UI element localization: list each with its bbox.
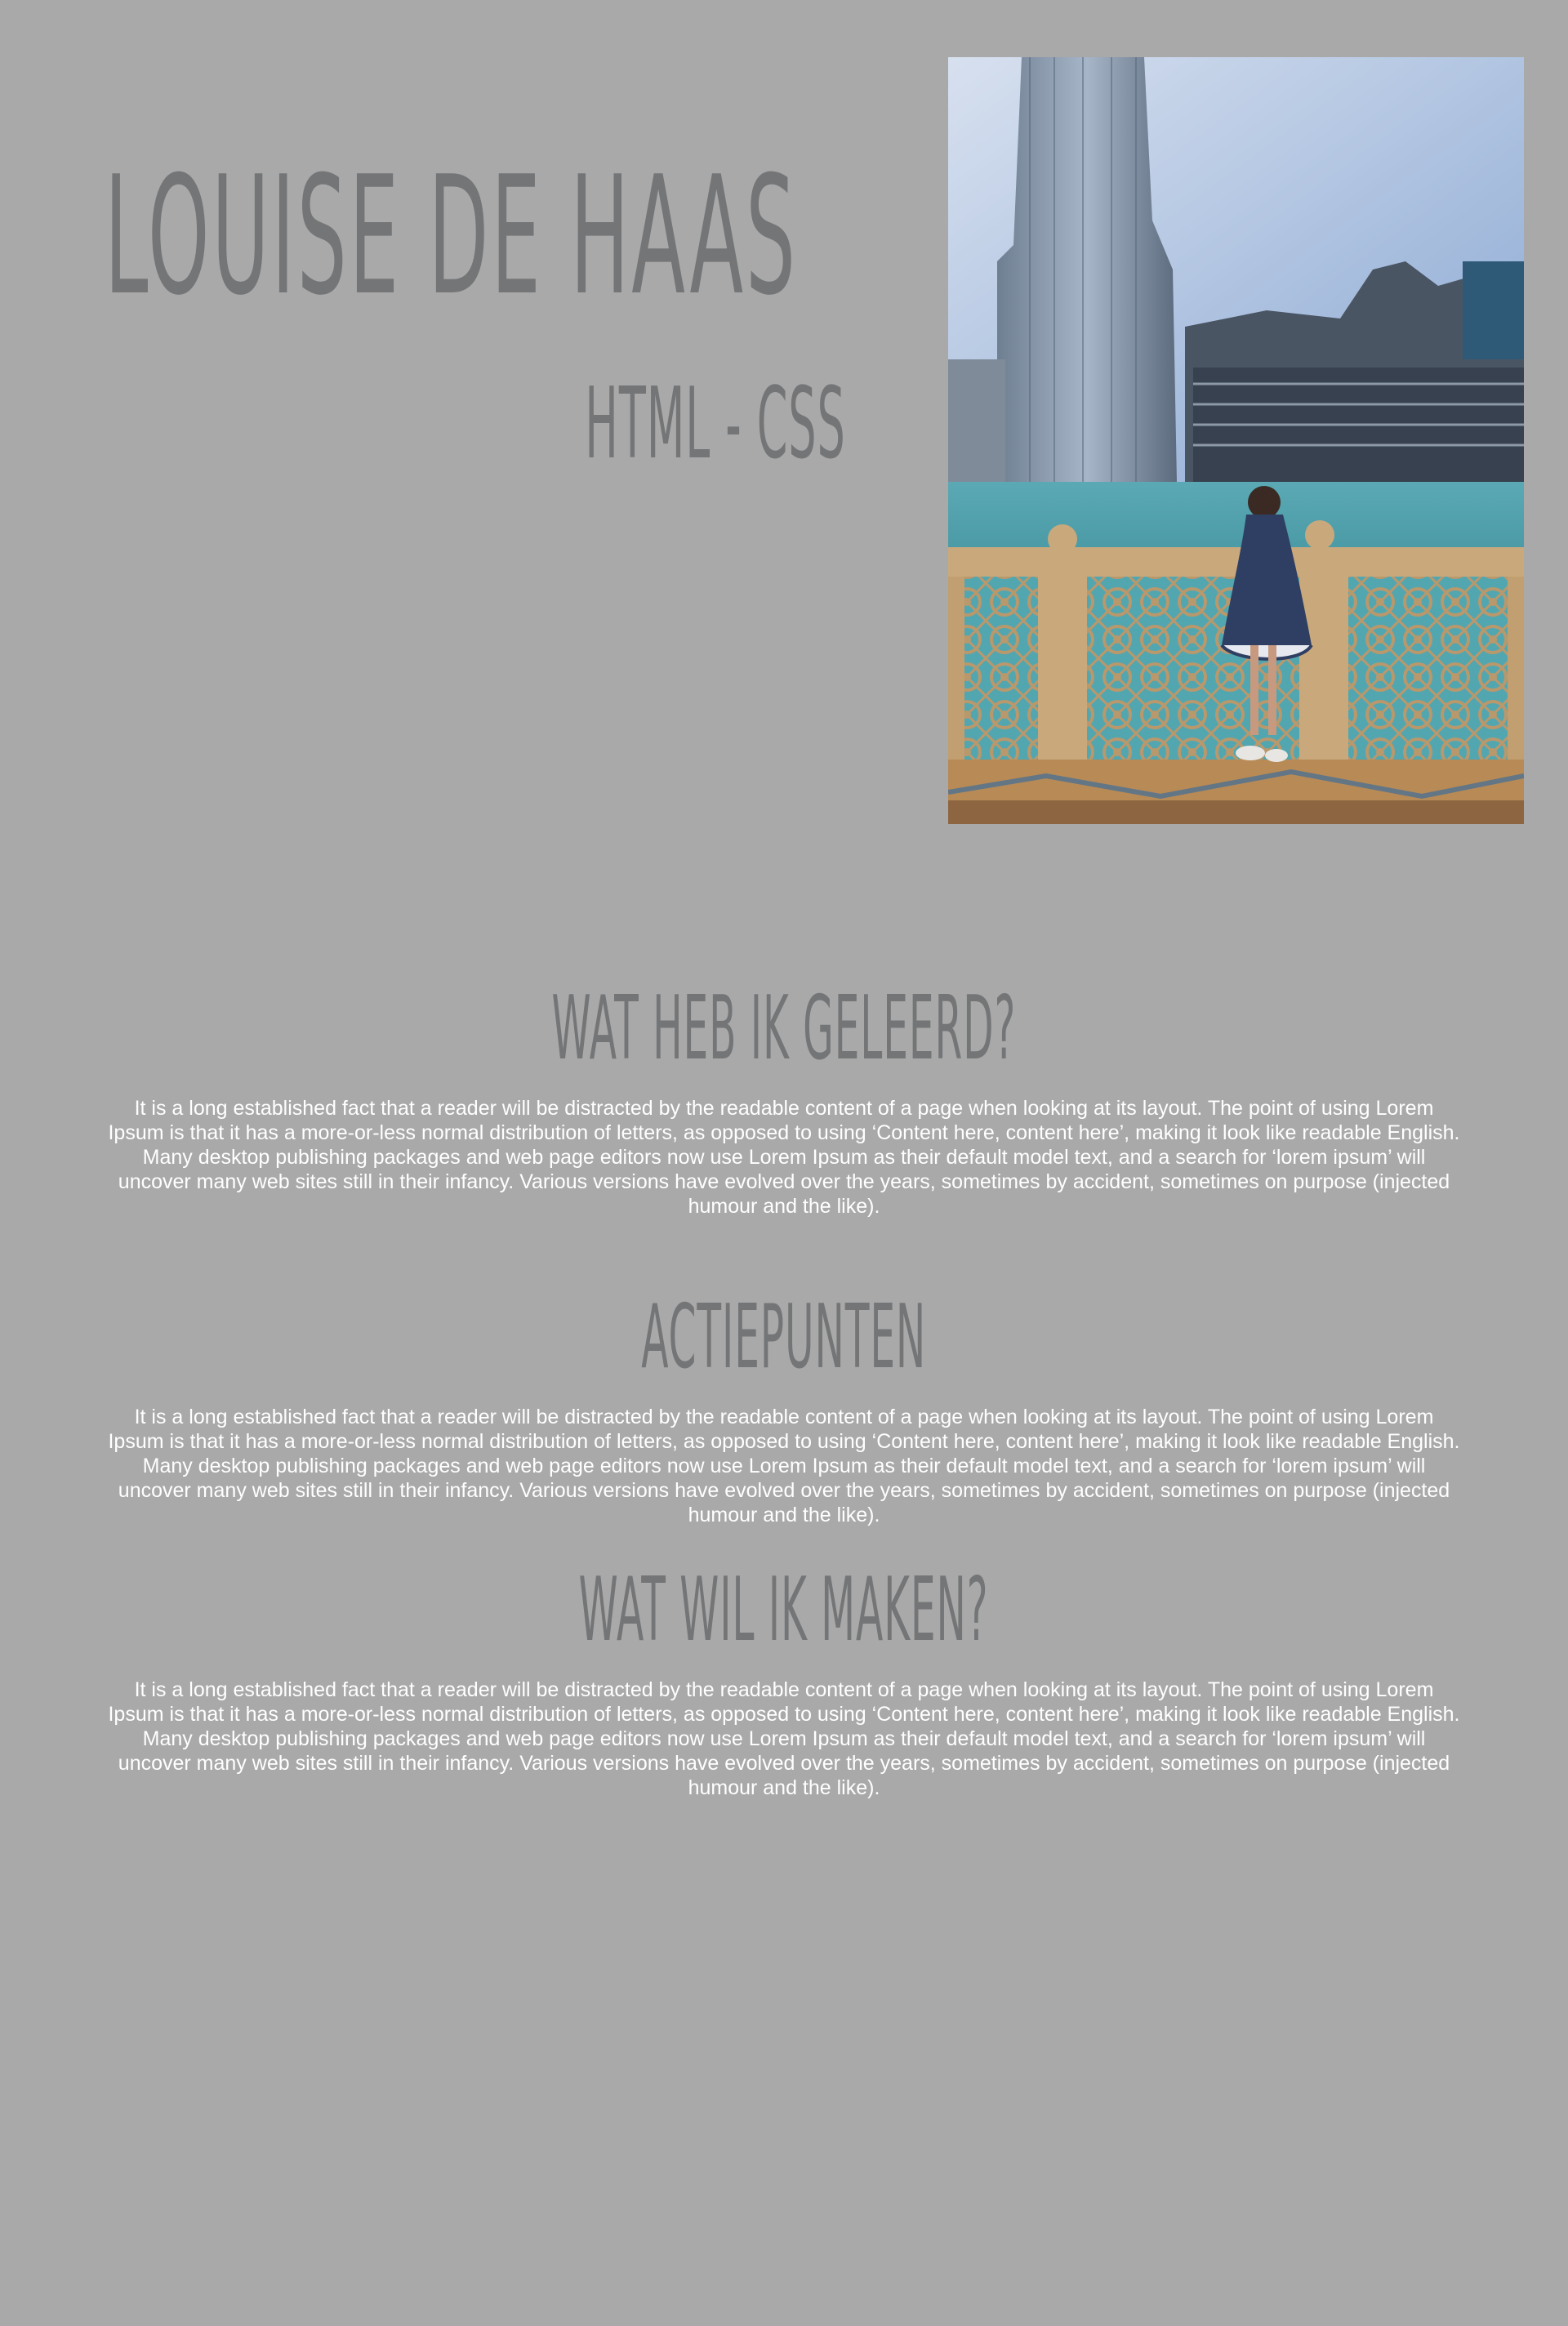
section-title-want-to-make: Wat wil ik maken? — [0, 1553, 1568, 1668]
section-title-text: Wat heb ik geleerd? — [551, 978, 1017, 1080]
page-subtitle: HTML - CSS — [585, 368, 846, 481]
section-title-text: Wat wil ik maken? — [579, 1559, 989, 1661]
page-title: Louise de Haas — [105, 141, 798, 332]
section-body-want-to-make: It is a long established fact that a rea… — [108, 1678, 1460, 1799]
section-title-text: Actiepunten — [641, 1286, 927, 1388]
section-title-learned: Wat heb ik geleerd? — [0, 972, 1568, 1086]
section-body-learned: It is a long established fact that a rea… — [108, 1097, 1460, 1218]
section-body-action-points: It is a long established fact that a rea… — [108, 1406, 1460, 1526]
profile-photo — [948, 57, 1524, 824]
section-title-action-points: Actiepunten — [0, 1281, 1568, 1395]
